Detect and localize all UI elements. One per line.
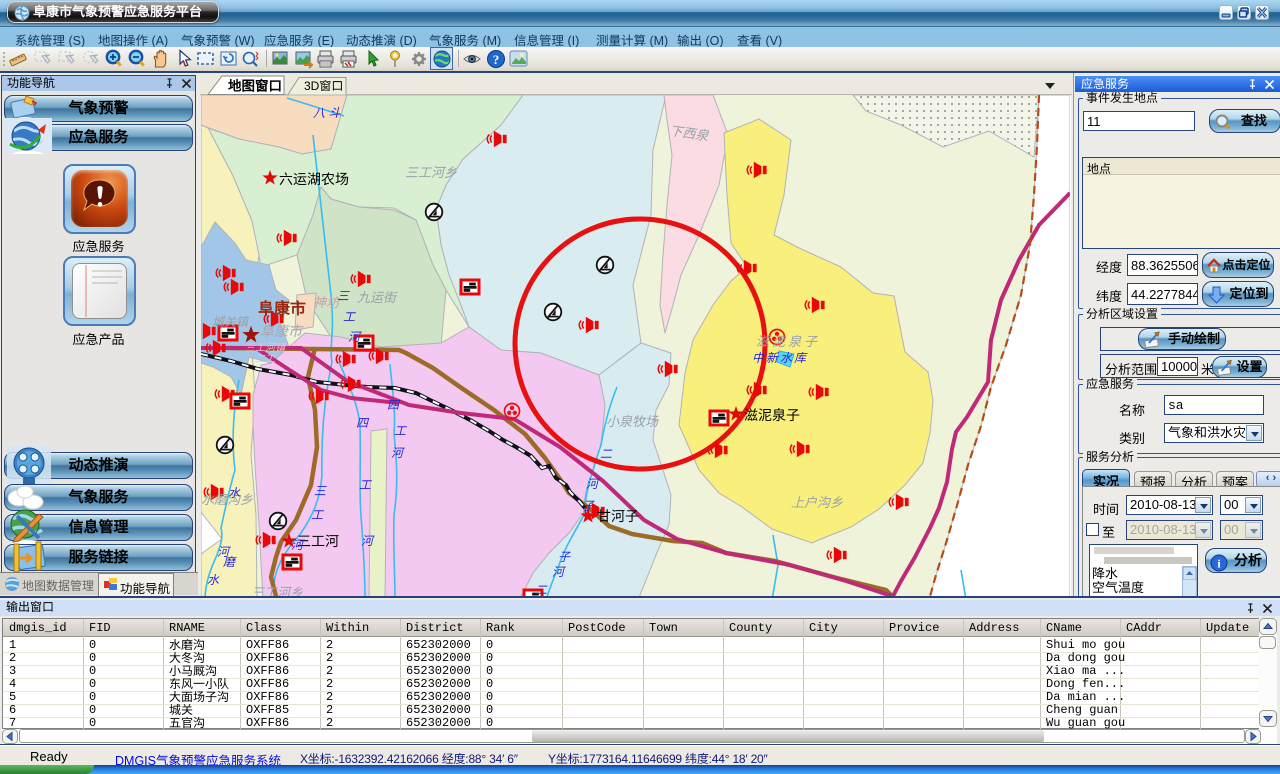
svg-text:八 斗: 八 斗 (313, 106, 341, 120)
svg-text:工: 工 (311, 508, 324, 522)
svg-text:四: 四 (387, 398, 401, 412)
svg-text:3D窗口: 3D窗口 (304, 79, 343, 93)
svg-text:四: 四 (356, 416, 370, 430)
svg-text:九运街: 九运街 (357, 290, 398, 305)
svg-text:三工河乡: 三工河乡 (405, 165, 457, 180)
svg-text:河: 河 (361, 534, 375, 548)
svg-text:水: 水 (207, 573, 220, 587)
svg-text:磨: 磨 (223, 555, 237, 569)
svg-text:二: 二 (535, 583, 548, 597)
svg-text:二工: 二工 (255, 354, 276, 365)
svg-text:甘河子: 甘河子 (597, 508, 639, 524)
svg-text:三工河镇: 三工河镇 (245, 342, 287, 354)
svg-text:水: 水 (228, 486, 241, 500)
svg-text:三工河: 三工河 (297, 533, 339, 549)
svg-text:子: 子 (582, 499, 595, 513)
svg-text:阜康市: 阜康市 (258, 300, 306, 318)
svg-text:中新水库: 中新水库 (752, 351, 808, 365)
svg-text:三: 三 (314, 484, 327, 498)
svg-text:河: 河 (291, 538, 305, 552)
svg-text:六运湖农场: 六运湖农场 (279, 171, 349, 187)
svg-text:河: 河 (348, 330, 362, 344)
svg-text:河: 河 (552, 565, 566, 579)
svg-text:工: 工 (359, 478, 372, 492)
svg-text:滋泥泉子: 滋泥泉子 (756, 334, 820, 349)
svg-text:河: 河 (586, 477, 600, 491)
svg-text:水磨沟乡: 水磨沟乡 (201, 492, 253, 507)
svg-text:子: 子 (558, 550, 571, 564)
svg-text:?: ? (493, 52, 500, 67)
svg-text:工: 工 (394, 424, 407, 438)
svg-text:地图窗口: 地图窗口 (228, 79, 282, 94)
svg-text:城关镇: 城关镇 (212, 315, 250, 329)
svg-text:小泉牧场: 小泉牧场 (606, 414, 659, 429)
svg-text:上户沟乡: 上户沟乡 (791, 495, 843, 510)
svg-text:三: 三 (337, 289, 350, 303)
svg-text:二: 二 (600, 447, 613, 461)
svg-text:滋泥泉子: 滋泥泉子 (744, 407, 800, 423)
svg-text:阜康市: 阜康市 (260, 323, 304, 339)
svg-text:河: 河 (391, 446, 405, 460)
svg-text:工: 工 (343, 310, 356, 324)
